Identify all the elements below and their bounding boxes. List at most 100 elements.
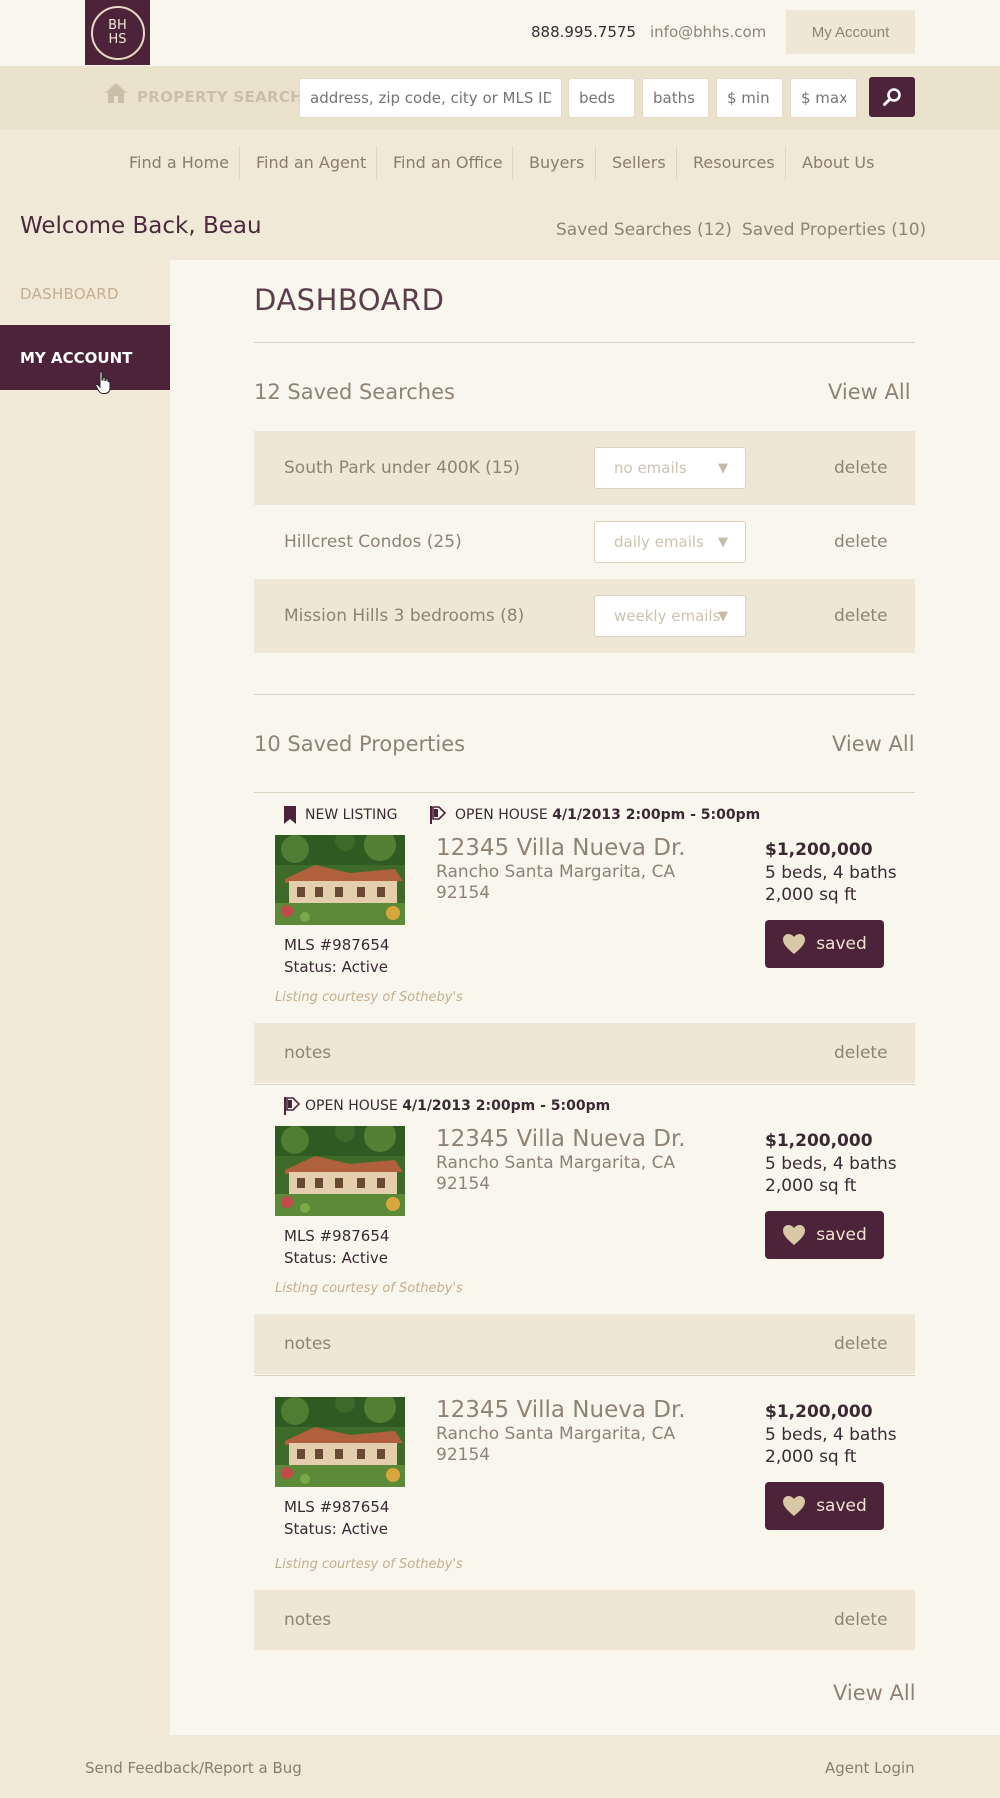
email-link[interactable]: info@bhhs.com <box>650 23 766 41</box>
property-search-label: PROPERTY SEARCH <box>137 88 303 106</box>
property-photo[interactable] <box>275 1397 405 1487</box>
notes-link[interactable]: notes <box>284 1610 331 1630</box>
saved-properties-view-all-link[interactable]: View All <box>832 732 915 756</box>
nav-find-a-home[interactable]: Find a Home <box>129 153 229 172</box>
nav-divider <box>785 146 786 180</box>
saved-search-delete-link[interactable]: delete <box>834 606 888 626</box>
property-mls: MLS #987654 <box>284 936 390 954</box>
notes-bar <box>254 1023 915 1083</box>
phone-number[interactable]: 888.995.7575 <box>531 23 636 41</box>
sidebar-item-dashboard[interactable]: DASHBOARD <box>20 285 119 303</box>
saved-toggle-button[interactable]: saved <box>765 1211 884 1259</box>
email-frequency-value: no emails <box>614 459 687 477</box>
saved-search-name[interactable]: Mission Hills 3 bedrooms (8) <box>284 606 524 626</box>
min-price-input[interactable] <box>716 78 783 118</box>
nav-find-an-office[interactable]: Find an Office <box>393 153 503 172</box>
logo-text: BH HS <box>108 17 127 47</box>
open-house-time: 4/1/2013 2:00pm - 5:00pm <box>402 1098 611 1114</box>
property-sqft: 2,000 sq ft <box>765 885 857 905</box>
property-address[interactable]: 12345 Villa Nueva Dr. <box>436 1126 686 1152</box>
agent-login-link[interactable]: Agent Login <box>825 1759 915 1777</box>
listing-courtesy: Listing courtesy of Sotheby's <box>275 1557 463 1572</box>
page-title: DASHBOARD <box>254 283 445 317</box>
sidebar <box>0 260 170 1735</box>
nav-buyers[interactable]: Buyers <box>529 153 584 172</box>
open-house-flag-icon <box>284 1097 300 1115</box>
property-status: Status: Active <box>284 958 389 976</box>
property-delete-link[interactable]: delete <box>834 1610 888 1630</box>
open-house-label: OPEN HOUSE <box>455 807 548 823</box>
dropdown-arrow-icon: ▼ <box>718 609 728 624</box>
open-house-badge: OPEN HOUSE 4/1/2013 2:00pm - 5:00pm <box>455 807 760 823</box>
property-status: Status: Active <box>284 1249 389 1267</box>
divider <box>254 1084 915 1085</box>
property-beds-baths: 5 beds, 4 baths <box>765 1154 897 1174</box>
address-search-input[interactable] <box>299 78 562 118</box>
notes-link[interactable]: notes <box>284 1043 331 1063</box>
saved-properties-title: 10 Saved Properties <box>254 732 466 756</box>
property-sqft: 2,000 sq ft <box>765 1176 857 1196</box>
saved-toggle-button[interactable]: saved <box>765 920 884 968</box>
brand-logo[interactable]: BH HS <box>85 0 150 65</box>
saved-label: saved <box>816 1496 867 1516</box>
sidebar-item-my-account[interactable]: MY ACCOUNT <box>0 325 170 390</box>
divider <box>254 792 915 793</box>
logo-mark: BH HS <box>90 5 145 60</box>
property-city: Rancho Santa Margarita, CA <box>436 862 676 882</box>
new-listing-badge: NEW LISTING <box>305 807 398 823</box>
property-delete-link[interactable]: delete <box>834 1334 888 1354</box>
max-price-input[interactable] <box>790 78 857 118</box>
send-feedback-link[interactable]: Send Feedback/Report a Bug <box>85 1759 302 1777</box>
saved-search-delete-link[interactable]: delete <box>834 458 888 478</box>
hand-cursor-icon <box>95 371 111 394</box>
saved-search-delete-link[interactable]: delete <box>834 532 888 552</box>
notes-link[interactable]: notes <box>284 1334 331 1354</box>
property-delete-link[interactable]: delete <box>834 1043 888 1063</box>
property-status: Status: Active <box>284 1520 389 1538</box>
nav-resources[interactable]: Resources <box>693 153 775 172</box>
listing-courtesy: Listing courtesy of Sotheby's <box>275 990 463 1005</box>
nav-divider <box>595 146 596 180</box>
dropdown-arrow-icon: ▼ <box>718 461 728 476</box>
nav-divider <box>512 146 513 180</box>
property-price: $1,200,000 <box>765 840 873 860</box>
nav-about-us[interactable]: About Us <box>802 153 874 172</box>
heart-icon <box>782 933 806 955</box>
property-photo[interactable] <box>275 1126 405 1216</box>
properties-bottom-view-all-link[interactable]: View All <box>833 1681 916 1705</box>
saved-search-name[interactable]: South Park under 400K (15) <box>284 458 520 478</box>
saved-searches-link[interactable]: Saved Searches (12) <box>556 220 732 240</box>
property-zip: 92154 <box>436 1174 491 1194</box>
search-icon <box>883 88 901 106</box>
saved-properties-link[interactable]: Saved Properties (10) <box>742 220 926 240</box>
divider <box>254 342 915 343</box>
baths-input[interactable] <box>642 78 709 118</box>
nav-sellers[interactable]: Sellers <box>612 153 666 172</box>
divider <box>254 694 915 695</box>
property-mls: MLS #987654 <box>284 1498 390 1516</box>
divider <box>254 1375 915 1376</box>
saved-toggle-button[interactable]: saved <box>765 1482 884 1530</box>
property-photo[interactable] <box>275 835 405 925</box>
saved-searches-view-all-link[interactable]: View All <box>828 380 911 404</box>
saved-search-name[interactable]: Hillcrest Condos (25) <box>284 532 462 552</box>
saved-searches-title: 12 Saved Searches <box>254 380 455 404</box>
property-sqft: 2,000 sq ft <box>765 1447 857 1467</box>
open-house-label: OPEN HOUSE <box>305 1098 398 1114</box>
dropdown-arrow-icon: ▼ <box>718 535 728 550</box>
beds-input[interactable] <box>568 78 635 118</box>
listing-courtesy: Listing courtesy of Sotheby's <box>275 1281 463 1296</box>
my-account-button[interactable]: My Account <box>786 10 915 54</box>
heart-icon <box>782 1495 806 1517</box>
property-price: $1,200,000 <box>765 1402 873 1422</box>
property-zip: 92154 <box>436 883 491 903</box>
search-button[interactable] <box>869 77 915 117</box>
property-address[interactable]: 12345 Villa Nueva Dr. <box>436 1397 686 1423</box>
nav-find-an-agent[interactable]: Find an Agent <box>256 153 366 172</box>
bookmark-icon <box>284 806 296 824</box>
notes-bar <box>254 1590 915 1650</box>
property-address[interactable]: 12345 Villa Nueva Dr. <box>436 835 686 861</box>
email-frequency-value: daily emails <box>614 533 704 551</box>
nav-divider <box>676 146 677 180</box>
nav-divider <box>239 146 240 180</box>
